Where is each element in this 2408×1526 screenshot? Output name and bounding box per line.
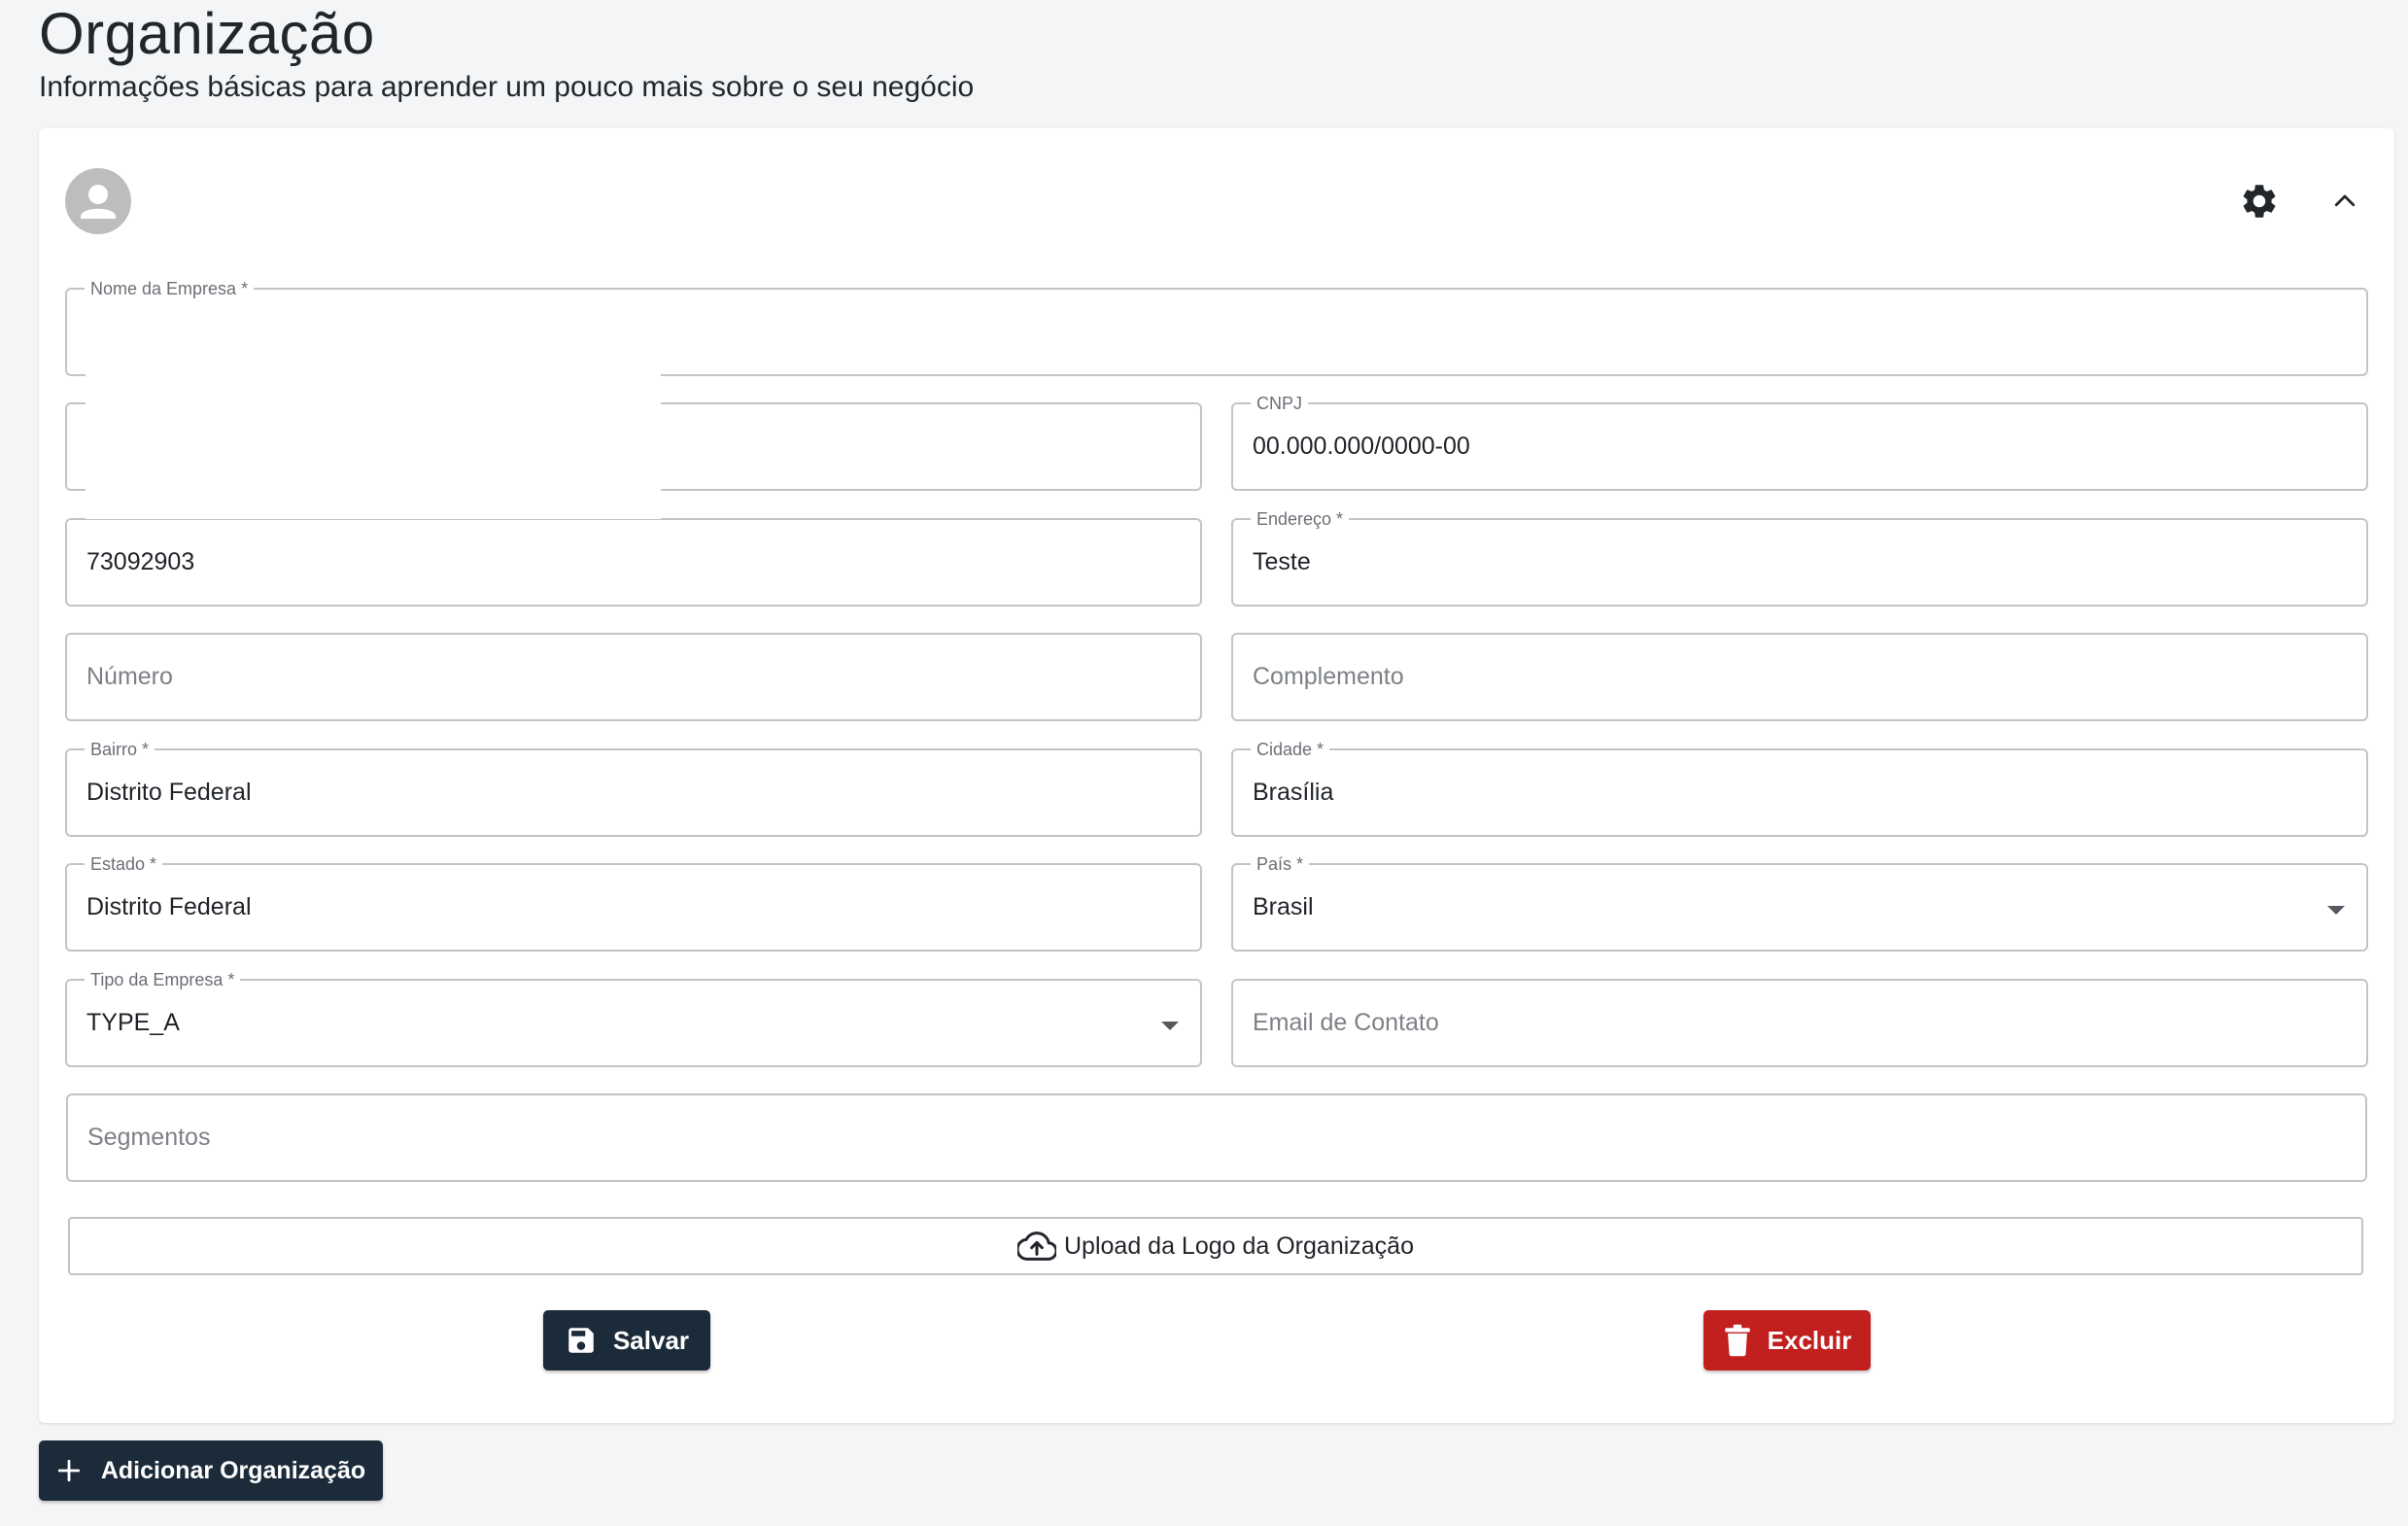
save-label: Salvar xyxy=(612,1325,690,1355)
dropdown-arrow-icon xyxy=(2327,906,2345,915)
number-placeholder: Número xyxy=(86,663,173,690)
row3-left-value: 73092903 xyxy=(86,548,195,575)
add-organization-button[interactable]: Adicionar Organização xyxy=(39,1440,383,1501)
state-field[interactable]: Estado * Distrito Federal xyxy=(65,853,1202,952)
complement-placeholder: Complemento xyxy=(1253,663,1404,690)
upload-logo-button[interactable]: Upload da Logo da Organização xyxy=(68,1217,2363,1275)
city-field[interactable]: Cidade * Brasília xyxy=(1231,739,2368,837)
trash-icon xyxy=(1724,1324,1750,1357)
cloud-upload-icon xyxy=(1017,1231,1056,1261)
segments-field[interactable]: Segmentos xyxy=(66,1093,2367,1182)
collapse-button[interactable] xyxy=(2322,179,2367,224)
state-value: Distrito Federal xyxy=(86,893,252,920)
page-subtitle: Informações básicas para aprender um pou… xyxy=(39,71,975,103)
gear-icon xyxy=(2243,185,2276,218)
person-avatar-icon xyxy=(65,168,131,234)
organization-card: Nome da Empresa * CNPJ 00.000.000/0000-0… xyxy=(39,128,2394,1423)
delete-label: Excluir xyxy=(1767,1325,1852,1355)
complement-field[interactable]: Complemento xyxy=(1231,633,2368,721)
country-value: Brasil xyxy=(1253,893,1314,920)
address-value: Teste xyxy=(1253,548,1311,575)
cnpj-value: 00.000.000/0000-00 xyxy=(1253,433,1470,460)
cnpj-field[interactable]: CNPJ 00.000.000/0000-00 xyxy=(1231,393,2368,491)
page-title: Organização xyxy=(39,1,375,66)
plus-icon xyxy=(57,1459,81,1482)
country-select[interactable]: País * Brasil xyxy=(1231,853,2368,952)
company-type-select[interactable]: Tipo da Empresa * TYPE_A xyxy=(65,969,1202,1067)
settings-button[interactable] xyxy=(2237,179,2282,224)
contact-email-placeholder: Email de Contato xyxy=(1253,1009,1439,1036)
neighborhood-value: Distrito Federal xyxy=(86,779,252,806)
segments-placeholder: Segmentos xyxy=(87,1124,211,1151)
contact-email-field[interactable]: Email de Contato xyxy=(1231,979,2368,1067)
dropdown-arrow-icon xyxy=(1161,1022,1179,1030)
company-name-label: Nome da Empresa * xyxy=(85,278,255,299)
neighborhood-field[interactable]: Bairro * Distrito Federal xyxy=(65,739,1202,837)
redaction-overlay xyxy=(86,362,661,519)
delete-button[interactable]: Excluir xyxy=(1703,1310,1871,1370)
number-field[interactable]: Número xyxy=(65,633,1202,721)
city-value: Brasília xyxy=(1253,779,1334,806)
save-button[interactable]: Salvar xyxy=(543,1310,710,1370)
chevron-up-icon xyxy=(2334,194,2356,207)
floppy-disk-icon xyxy=(568,1328,594,1353)
address-field[interactable]: Endereço * Teste xyxy=(1231,508,2368,607)
upload-logo-label: Upload da Logo da Organização xyxy=(1064,1231,1414,1260)
add-organization-label: Adicionar Organização xyxy=(100,1456,366,1484)
company-type-value: TYPE_A xyxy=(86,1009,180,1036)
row3-left-field[interactable]: 73092903 xyxy=(65,518,1202,607)
